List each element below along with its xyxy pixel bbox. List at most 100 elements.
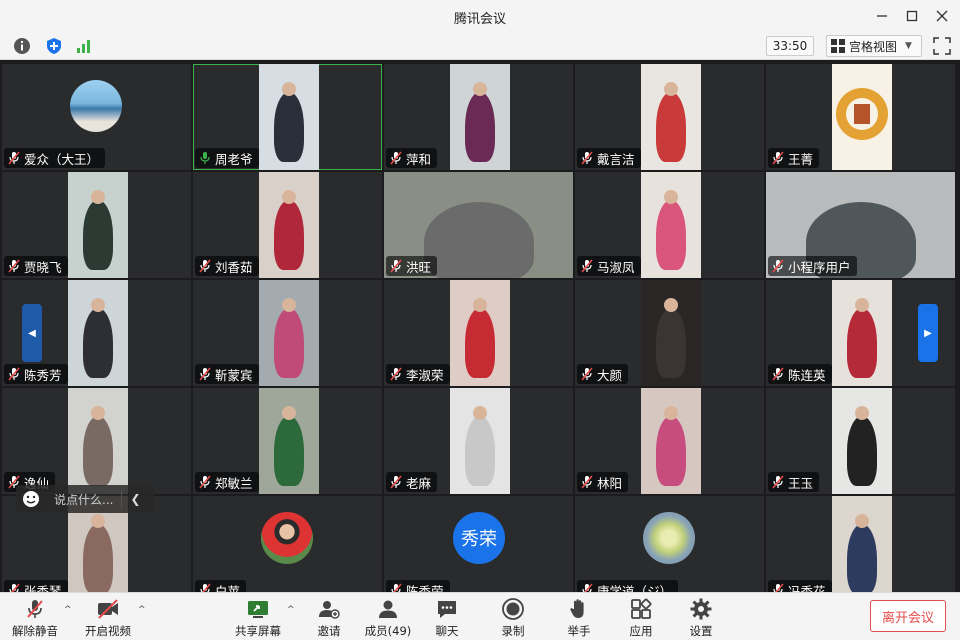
- participant-tile[interactable]: 老麻: [384, 388, 573, 494]
- participant-tile[interactable]: 白苹: [193, 496, 382, 602]
- participant-tile[interactable]: 周老爷: [193, 64, 382, 170]
- record-button[interactable]: 录制: [498, 595, 528, 639]
- participant-tile[interactable]: 王玉: [766, 388, 955, 494]
- camera-off-icon: [98, 599, 118, 619]
- person-head: [664, 298, 678, 312]
- mic-muted-icon: [199, 259, 211, 273]
- person-silhouette: [274, 416, 304, 486]
- person-silhouette: [465, 308, 495, 378]
- person-silhouette: [656, 416, 686, 486]
- prev-page-button[interactable]: ◀: [22, 304, 42, 362]
- chevron-left-icon: ◀: [28, 327, 36, 339]
- maximize-button[interactable]: [902, 6, 922, 26]
- participant-name: 贾晓飞: [24, 259, 62, 275]
- participant-nameplate: 贾晓飞: [4, 256, 68, 276]
- person-silhouette: [465, 416, 495, 486]
- participant-name: 靳蒙宾: [215, 367, 253, 383]
- person-head: [473, 406, 487, 420]
- video-options-caret[interactable]: ^: [138, 605, 146, 615]
- leave-meeting-button[interactable]: 离开会议: [870, 600, 946, 632]
- participant-tile[interactable]: 唐学道（ジ）: [575, 496, 764, 602]
- participant-nameplate: 王玉: [768, 472, 820, 492]
- participant-tile[interactable]: 秀荣 陈秀荣: [384, 496, 573, 602]
- mic-muted-icon: [27, 600, 43, 618]
- chevron-down-icon: ▼: [905, 41, 912, 51]
- unmute-button[interactable]: 解除静音: [12, 595, 58, 639]
- network-status-button[interactable]: [74, 36, 94, 56]
- participant-name: 王玉: [788, 475, 814, 491]
- start-video-button[interactable]: 开启视频: [84, 595, 132, 639]
- participant-tile[interactable]: 林阳: [575, 388, 764, 494]
- gear-icon: [690, 598, 712, 620]
- puzzle-logo-icon: [836, 88, 888, 140]
- start-video-label: 开启视频: [85, 624, 131, 638]
- participant-name: 林阳: [597, 475, 623, 491]
- window-title: 腾讯会议: [453, 12, 506, 27]
- person-head: [473, 298, 487, 312]
- record-label: 录制: [501, 624, 525, 638]
- chat-button[interactable]: 聊天: [432, 595, 462, 639]
- participant-nameplate: 陈秀芳: [4, 364, 68, 384]
- collapse-chat-icon[interactable]: ❮: [130, 492, 140, 506]
- participant-tile[interactable]: 小程序用户: [766, 172, 955, 278]
- mic-muted-icon: [581, 151, 593, 165]
- audio-options-caret[interactable]: ^: [64, 605, 72, 615]
- participant-tile[interactable]: 萍和: [384, 64, 573, 170]
- fullscreen-icon: [933, 37, 951, 55]
- quick-chat-box[interactable]: 说点什么... ❮: [16, 485, 154, 513]
- unmute-label: 解除静音: [12, 624, 58, 638]
- participant-tile[interactable]: 逸仙: [2, 388, 191, 494]
- minimize-button[interactable]: [872, 6, 892, 26]
- quick-chat-input[interactable]: 说点什么...: [54, 491, 113, 508]
- participant-tile[interactable]: 戴言洁: [575, 64, 764, 170]
- video-feed: [259, 388, 319, 494]
- apps-button[interactable]: 应用: [626, 595, 656, 639]
- close-button[interactable]: [932, 6, 952, 26]
- share-screen-label: 共享屏幕: [235, 624, 281, 638]
- mic-muted-icon: [581, 259, 593, 273]
- next-page-button[interactable]: ▶: [918, 304, 938, 362]
- participant-name: 爱众（大王）: [24, 151, 100, 167]
- share-options-caret[interactable]: ^: [287, 605, 295, 615]
- meeting-toolbar: 解除静音 ^ 开启视频 ^ 共享屏幕 ^ 邀请 成员(49) 聊天 录制 举手 …: [0, 592, 960, 640]
- person-head: [473, 82, 487, 96]
- participant-tile[interactable]: 王菁: [766, 64, 955, 170]
- participant-tile[interactable]: 贾晓飞: [2, 172, 191, 278]
- raise-hand-button[interactable]: 举手: [564, 595, 594, 639]
- settings-button[interactable]: 设置: [686, 595, 716, 639]
- participant-tile[interactable]: 刘香茹: [193, 172, 382, 278]
- mic-muted-icon: [581, 475, 593, 489]
- security-button[interactable]: [44, 36, 64, 56]
- meeting-info-button[interactable]: [12, 36, 32, 56]
- video-feed: [450, 280, 510, 386]
- participant-tile[interactable]: 郑敏兰: [193, 388, 382, 494]
- emoji-icon[interactable]: [22, 490, 40, 508]
- participant-tile[interactable]: 大颜: [575, 280, 764, 386]
- video-feed: [259, 64, 319, 170]
- members-button[interactable]: 成员(49): [364, 595, 412, 639]
- participant-tile[interactable]: 李淑荣: [384, 280, 573, 386]
- mic-muted-icon: [390, 475, 402, 489]
- person-silhouette: [656, 200, 686, 270]
- participant-tile[interactable]: 靳蒙宾: [193, 280, 382, 386]
- mic-muted-icon: [8, 367, 20, 381]
- participant-name: 陈连英: [788, 367, 826, 383]
- participant-nameplate: 小程序用户: [768, 256, 857, 276]
- participant-tile[interactable]: 爱众（大王）: [2, 64, 191, 170]
- participant-nameplate: 陈连英: [768, 364, 832, 384]
- participant-tile[interactable]: 马淑凤: [575, 172, 764, 278]
- video-feed: [68, 388, 128, 494]
- mic-muted-icon: [772, 259, 784, 273]
- title-bar: 腾讯会议: [0, 0, 960, 32]
- participant-tile[interactable]: 洪旺: [384, 172, 573, 278]
- person-head: [91, 190, 105, 204]
- share-screen-button[interactable]: 共享屏幕: [234, 595, 282, 639]
- participant-tile[interactable]: 冯秀花: [766, 496, 955, 602]
- participant-nameplate: 刘香茹: [195, 256, 259, 276]
- profile-logo: [832, 64, 892, 170]
- view-mode-dropdown[interactable]: 宫格视图 ▼: [826, 35, 922, 57]
- fullscreen-button[interactable]: [932, 36, 952, 56]
- info-bar: 33:50 宫格视图 ▼: [0, 32, 960, 60]
- invite-button[interactable]: 邀请: [314, 595, 344, 639]
- view-mode-label: 宫格视图: [849, 39, 898, 54]
